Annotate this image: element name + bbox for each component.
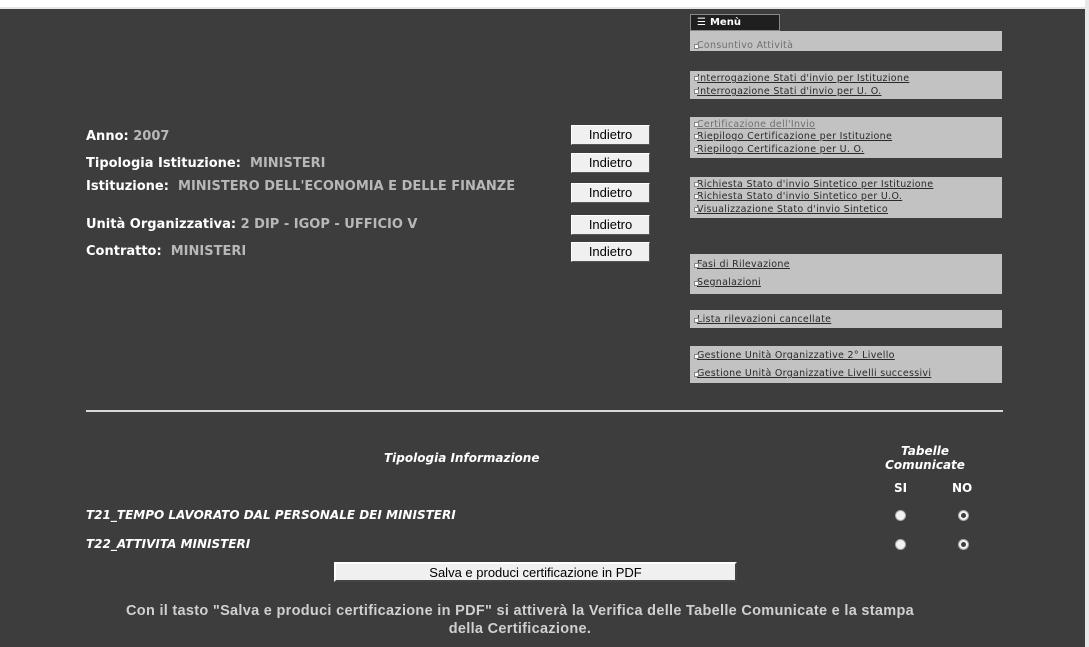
radio-si-t22[interactable] bbox=[895, 539, 906, 550]
menu-item[interactable]: Lista rilevazioni cancellate bbox=[697, 314, 831, 325]
back-button-istituzione[interactable]: Indietro bbox=[571, 183, 650, 203]
bullet-icon bbox=[694, 263, 699, 268]
menu-item[interactable]: Segnalazioni bbox=[697, 277, 761, 288]
menu-tab[interactable]: ☰ Menù bbox=[690, 14, 780, 31]
menu-item[interactable]: Gestione Unità Organizzative Livelli suc… bbox=[697, 368, 931, 379]
unita-value: 2 DIP - IGOP - UFFICIO V bbox=[240, 217, 418, 232]
info-unita: Unità Organizzativa: 2 DIP - IGOP - UFFI… bbox=[86, 217, 417, 232]
menu-item[interactable]: Gestione Unità Organizzative 2° Livello bbox=[697, 350, 895, 361]
istituzione-value: MINISTERO DELL'ECONOMIA E DELLE FINANZE bbox=[178, 179, 516, 194]
menu-item[interactable]: Consuntivo Attività bbox=[697, 40, 793, 51]
menu-group-4: Richiesta Stato d'invio Sintetico per Is… bbox=[690, 177, 1002, 218]
menu-item[interactable]: Riepilogo Certificazione per U. O. bbox=[697, 144, 864, 155]
col-header-tabelle: Tabelle Comunicate bbox=[885, 444, 965, 472]
bullet-icon bbox=[694, 76, 699, 81]
menu-group-1: Consuntivo Attività bbox=[690, 31, 1002, 51]
anno-label: Anno: bbox=[86, 129, 129, 144]
col-header-tipologia: Tipologia Informazione bbox=[384, 451, 540, 465]
bullet-icon bbox=[694, 318, 699, 323]
bullet-icon bbox=[694, 147, 699, 152]
menu-group-5: Fasi di Rilevazione Segnalazioni bbox=[690, 254, 1002, 294]
right-edge bbox=[1085, 0, 1089, 647]
menu-title: Menù bbox=[709, 17, 741, 28]
bullet-icon bbox=[694, 372, 699, 377]
back-button-contratto[interactable]: Indietro bbox=[571, 242, 650, 262]
menu-item[interactable]: Richiesta Stato d'invio Sintetico per Is… bbox=[697, 179, 933, 190]
info-anno: Anno: 2007 bbox=[86, 129, 169, 144]
menu-item[interactable]: Richiesta Stato d'invio Sintetico per U.… bbox=[697, 191, 902, 202]
menu-item[interactable]: Interrogazione Stati d'invio per Istituz… bbox=[697, 73, 909, 84]
footer-note: Con il tasto "Salva e produci certificaz… bbox=[126, 603, 914, 637]
anno-value: 2007 bbox=[133, 129, 170, 144]
bullet-icon bbox=[694, 182, 699, 187]
menu-item[interactable]: Interrogazione Stati d'invio per U. O. bbox=[697, 86, 881, 97]
bullet-icon bbox=[694, 122, 699, 127]
top-strip bbox=[0, 0, 1089, 7]
radio-no-t21[interactable] bbox=[958, 510, 969, 521]
col-header-no: NO bbox=[952, 481, 973, 495]
tipologia-label: Tipologia Istituzione: bbox=[86, 156, 241, 171]
bullet-icon bbox=[694, 207, 699, 212]
radio-no-t22[interactable] bbox=[958, 539, 969, 550]
divider bbox=[86, 410, 1003, 412]
bullet-icon bbox=[694, 134, 699, 139]
info-istituzione: Istituzione: MINISTERO DELL'ECONOMIA E D… bbox=[86, 180, 526, 194]
unita-label: Unità Organizzativa: bbox=[86, 217, 237, 232]
back-button-tipologia[interactable]: Indietro bbox=[571, 153, 650, 173]
radio-si-t21[interactable] bbox=[895, 510, 906, 521]
menu-group-6: Lista rilevazioni cancellate bbox=[690, 310, 1002, 328]
menu-group-7: Gestione Unità Organizzative 2° Livello … bbox=[690, 346, 1002, 383]
back-button-anno[interactable]: Indietro bbox=[571, 125, 650, 145]
info-tipologia: Tipologia Istituzione: MINISTERI bbox=[86, 156, 325, 171]
table-row-label: T22_ATTIVITA MINISTERI bbox=[86, 537, 251, 551]
info-contratto: Contratto: MINISTERI bbox=[86, 244, 246, 259]
bullet-icon bbox=[694, 354, 699, 359]
back-button-unita[interactable]: Indietro bbox=[571, 215, 650, 235]
table-row-label: T21_TEMPO LAVORATO DAL PERSONALE DEI MIN… bbox=[86, 508, 456, 522]
menu-group-2: Interrogazione Stati d'invio per Istituz… bbox=[690, 71, 1002, 99]
bullet-icon bbox=[694, 281, 699, 286]
top-strip-shadow bbox=[0, 7, 1089, 9]
save-pdf-button[interactable]: Salva e produci certificazione in PDF bbox=[334, 562, 737, 582]
menu-item[interactable]: Certificazione dell'Invio bbox=[697, 119, 815, 130]
bullet-icon bbox=[694, 44, 699, 49]
menu-item[interactable]: Fasi di Rilevazione bbox=[697, 259, 790, 270]
contratto-value: MINISTERI bbox=[170, 244, 247, 259]
menu-item[interactable]: Riepilogo Certificazione per Istituzione bbox=[697, 131, 892, 142]
menu-item[interactable]: Visualizzazione Stato d'invio Sintetico bbox=[697, 204, 888, 215]
menu-icon: ☰ bbox=[697, 17, 706, 28]
menu-group-3: Certificazione dell'Invio Riepilogo Cert… bbox=[690, 117, 1002, 158]
bullet-icon bbox=[694, 89, 699, 94]
tipologia-value: MINISTERI bbox=[250, 156, 326, 171]
contratto-label: Contratto: bbox=[86, 244, 162, 259]
istituzione-label: Istituzione: bbox=[86, 179, 169, 194]
bullet-icon bbox=[694, 194, 699, 199]
col-header-si: SI bbox=[894, 481, 908, 495]
